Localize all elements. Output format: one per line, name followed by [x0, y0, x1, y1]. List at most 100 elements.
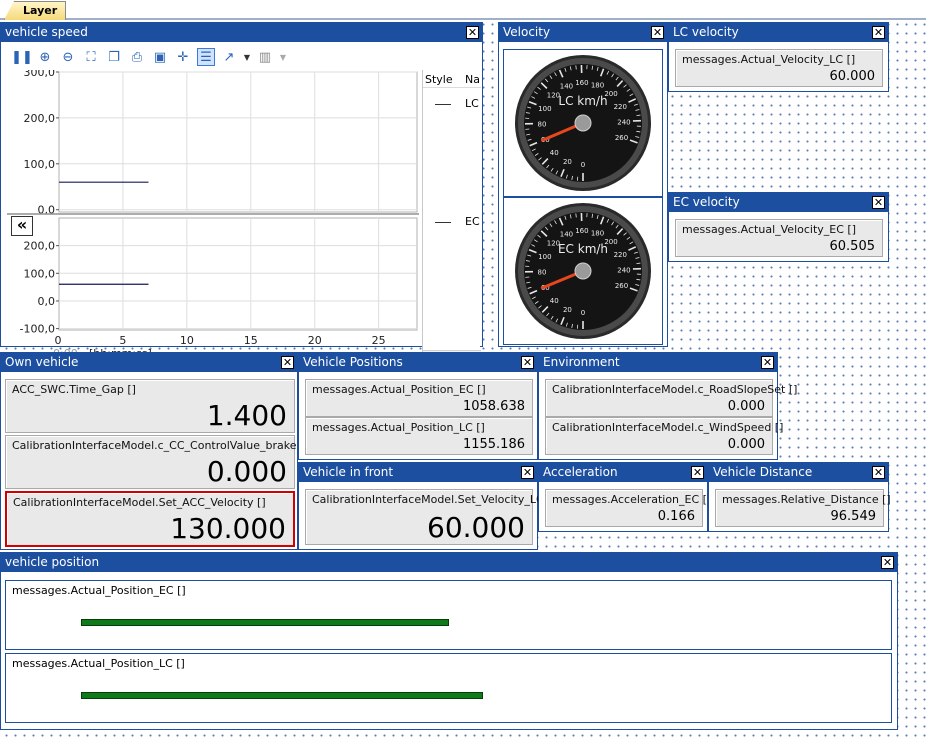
lc-velocity-panel: LC velocity ✕ messages.Actual_Velocity_L… — [668, 22, 889, 92]
vehicle-positions-panel: Vehicle Positions ✕ messages.Actual_Posi… — [298, 352, 538, 460]
close-icon[interactable]: ✕ — [761, 356, 774, 369]
relative-distance-display[interactable]: messages.Relative_Distance [] 96.549 — [715, 489, 891, 527]
gauge-tick-label: 180 — [591, 230, 604, 238]
legend-style-header: Style — [425, 73, 453, 86]
ec-speed-gauge: 020406080100120140160180200220240260EC k… — [515, 203, 651, 339]
legend-name-header: Na — [465, 73, 480, 86]
legend-style-line — [435, 104, 451, 105]
fit-icon[interactable]: ⛶ — [82, 48, 100, 66]
lc-velocity-label: messages.Actual_Velocity_LC [] — [682, 53, 856, 66]
legend-toggle-icon[interactable]: ☰ — [197, 48, 215, 66]
layer-tab[interactable]: Layer — [4, 1, 67, 20]
lc-velocity-display[interactable]: messages.Actual_Velocity_LC [] 60.000 — [675, 49, 883, 87]
brake-control-label: CalibrationInterfaceModel.c_CC_ControlVa… — [12, 439, 309, 452]
legend-row-lc[interactable]: LC — [423, 97, 481, 111]
save-icon[interactable]: ▣ — [151, 48, 169, 66]
vehicle-in-front-panel: Vehicle in front ✕ CalibrationInterfaceM… — [298, 462, 556, 550]
road-slope-display[interactable]: CalibrationInterfaceModel.c_RoadSlopeSet… — [545, 379, 797, 417]
close-icon[interactable]: ✕ — [872, 26, 885, 39]
cursor-icon[interactable]: ✛ — [174, 48, 192, 66]
position-ec-display[interactable]: messages.Actual_Position_EC [] 1058.638 — [305, 379, 533, 417]
gauge-lc-cell: 020406080100120140160180200220240260LC k… — [503, 49, 663, 197]
velocity-panel: Velocity ✕ 02040608010012014016018020022… — [498, 22, 668, 347]
environment-panel: Environment ✕ CalibrationInterfaceModel.… — [538, 352, 797, 460]
position-lc-bar-display[interactable]: messages.Actual_Position_LC [] — [5, 653, 892, 723]
dropdown-arrow-icon[interactable]: ▼ — [279, 48, 287, 66]
relative-distance-label: messages.Relative_Distance [] — [722, 493, 891, 506]
zoom-in-icon[interactable]: ⊕ — [36, 48, 54, 66]
environment-title: Environment — [539, 353, 777, 372]
y-tick-label: 0,0 — [38, 295, 56, 308]
pause-icon[interactable]: ❚❚ — [11, 48, 33, 66]
bar-chart-icon[interactable]: ▥ — [256, 48, 274, 66]
close-icon[interactable]: ✕ — [872, 196, 885, 209]
road-slope-value: 0.000 — [727, 399, 765, 414]
speed-chart[interactable]: 300,0 200,0 100,0 0,0 200,0 100,0 0,0 -100,0 0… — [7, 70, 419, 370]
gauge-hub — [574, 262, 592, 280]
gauge-tick-label: 0 — [581, 161, 585, 169]
time-gap-value: 1.400 — [206, 399, 287, 432]
vehicle-in-front-title: Vehicle in front — [299, 463, 537, 482]
gauge-tick-label: 160 — [575, 227, 588, 235]
position-lc-bar — [81, 692, 483, 699]
ec-velocity-title: EC velocity — [669, 193, 888, 212]
zoom-out-icon[interactable]: ⊖ — [59, 48, 77, 66]
collapse-chevrons-icon[interactable]: « — [11, 216, 33, 236]
wind-speed-value: 0.000 — [727, 437, 765, 452]
close-icon[interactable]: ✕ — [691, 466, 704, 479]
close-icon[interactable]: ✕ — [521, 356, 534, 369]
ec-velocity-value: 60.505 — [829, 239, 876, 254]
dropdown-arrow-icon[interactable]: ▼ — [243, 48, 251, 66]
brake-control-display[interactable]: CalibrationInterfaceModel.c_CC_ControlVa… — [5, 435, 309, 489]
position-lc-bar-label: messages.Actual_Position_LC [] — [12, 657, 185, 670]
gauge-tick-label: 0 — [581, 309, 585, 317]
velocity-title: Velocity — [499, 23, 667, 42]
y-tick-label: 0,0 — [38, 204, 56, 217]
x-tick-label: 20 — [308, 334, 322, 347]
position-lc-label: messages.Actual_Position_LC [] — [312, 421, 485, 434]
lc-velocity-title: LC velocity — [669, 23, 888, 42]
gauge-tick-label: 100 — [538, 253, 551, 261]
gauge-tick-label: 80 — [538, 121, 547, 129]
close-icon[interactable]: ✕ — [651, 26, 664, 39]
wind-speed-display[interactable]: CalibrationInterfaceModel.c_WindSpeed []… — [545, 417, 783, 455]
close-icon[interactable]: ✕ — [881, 556, 894, 569]
y-tick-label: 300,0 — [24, 70, 56, 79]
chart-legend: Style Na LC EC — [422, 70, 481, 370]
legend-header: Style Na — [423, 70, 481, 88]
vehicle-distance-panel: Vehicle Distance ✕ messages.Relative_Dis… — [708, 462, 891, 532]
close-icon[interactable]: ✕ — [872, 466, 885, 479]
set-velocity-lc-display[interactable]: CalibrationInterfaceModel.Set_Velocity_L… — [305, 489, 556, 545]
road-slope-label: CalibrationInterfaceModel.c_RoadSlopeSet… — [552, 383, 798, 396]
close-icon[interactable]: ✕ — [466, 26, 479, 39]
time-gap-display[interactable]: ACC_SWC.Time_Gap [] 1.400 — [5, 379, 295, 433]
gauge-tick-label: 220 — [614, 251, 627, 259]
chart-toolbar: ❚❚ ⊕ ⊖ ⛶ ❐ ⎙ ▣ ✛ ☰ ↗ ▼ ▥ ▼ — [7, 45, 419, 69]
position-lc-display[interactable]: messages.Actual_Position_LC [] 1155.186 — [305, 417, 533, 455]
acceleration-title: Acceleration — [539, 463, 707, 482]
gauge-tick-label: 80 — [538, 269, 547, 277]
position-ec-bar-display[interactable]: messages.Actual_Position_EC [] — [5, 580, 892, 650]
gauge-unit-label: EC km/h — [558, 242, 608, 256]
gauge-tick-label: 40 — [550, 297, 559, 305]
ec-velocity-display[interactable]: messages.Actual_Velocity_EC [] 60.505 — [675, 219, 883, 257]
set-acc-velocity-display[interactable]: CalibrationInterfaceModel.Set_ACC_Veloci… — [5, 491, 295, 547]
gauge-tick-label: 20 — [563, 158, 572, 166]
set-acc-velocity-label: CalibrationInterfaceModel.Set_ACC_Veloci… — [13, 496, 266, 509]
gauge-tick-label: 20 — [563, 306, 572, 314]
legend-row-ec[interactable]: EC — [423, 215, 481, 229]
acceleration-display[interactable]: messages.Acceleration_EC [] 0.166 — [545, 489, 711, 527]
gauge-tick-label: 260 — [615, 282, 628, 290]
vehicle-position-panel: vehicle position ✕ messages.Actual_Posit… — [0, 552, 898, 730]
copy-icon[interactable]: ❐ — [105, 48, 123, 66]
close-icon[interactable]: ✕ — [281, 356, 294, 369]
close-icon[interactable]: ✕ — [521, 466, 534, 479]
relative-distance-value: 96.549 — [830, 509, 877, 524]
gauge-tick-label: 260 — [615, 134, 628, 142]
legend-name-lc: LC — [465, 97, 479, 110]
print-icon[interactable]: ⎙ — [128, 48, 146, 66]
gauge-tick-label: 100 — [538, 105, 551, 113]
gauge-unit-label: LC km/h — [558, 94, 607, 108]
line-chart-icon[interactable]: ↗ — [220, 48, 238, 66]
x-tick-label: 5 — [119, 334, 126, 347]
